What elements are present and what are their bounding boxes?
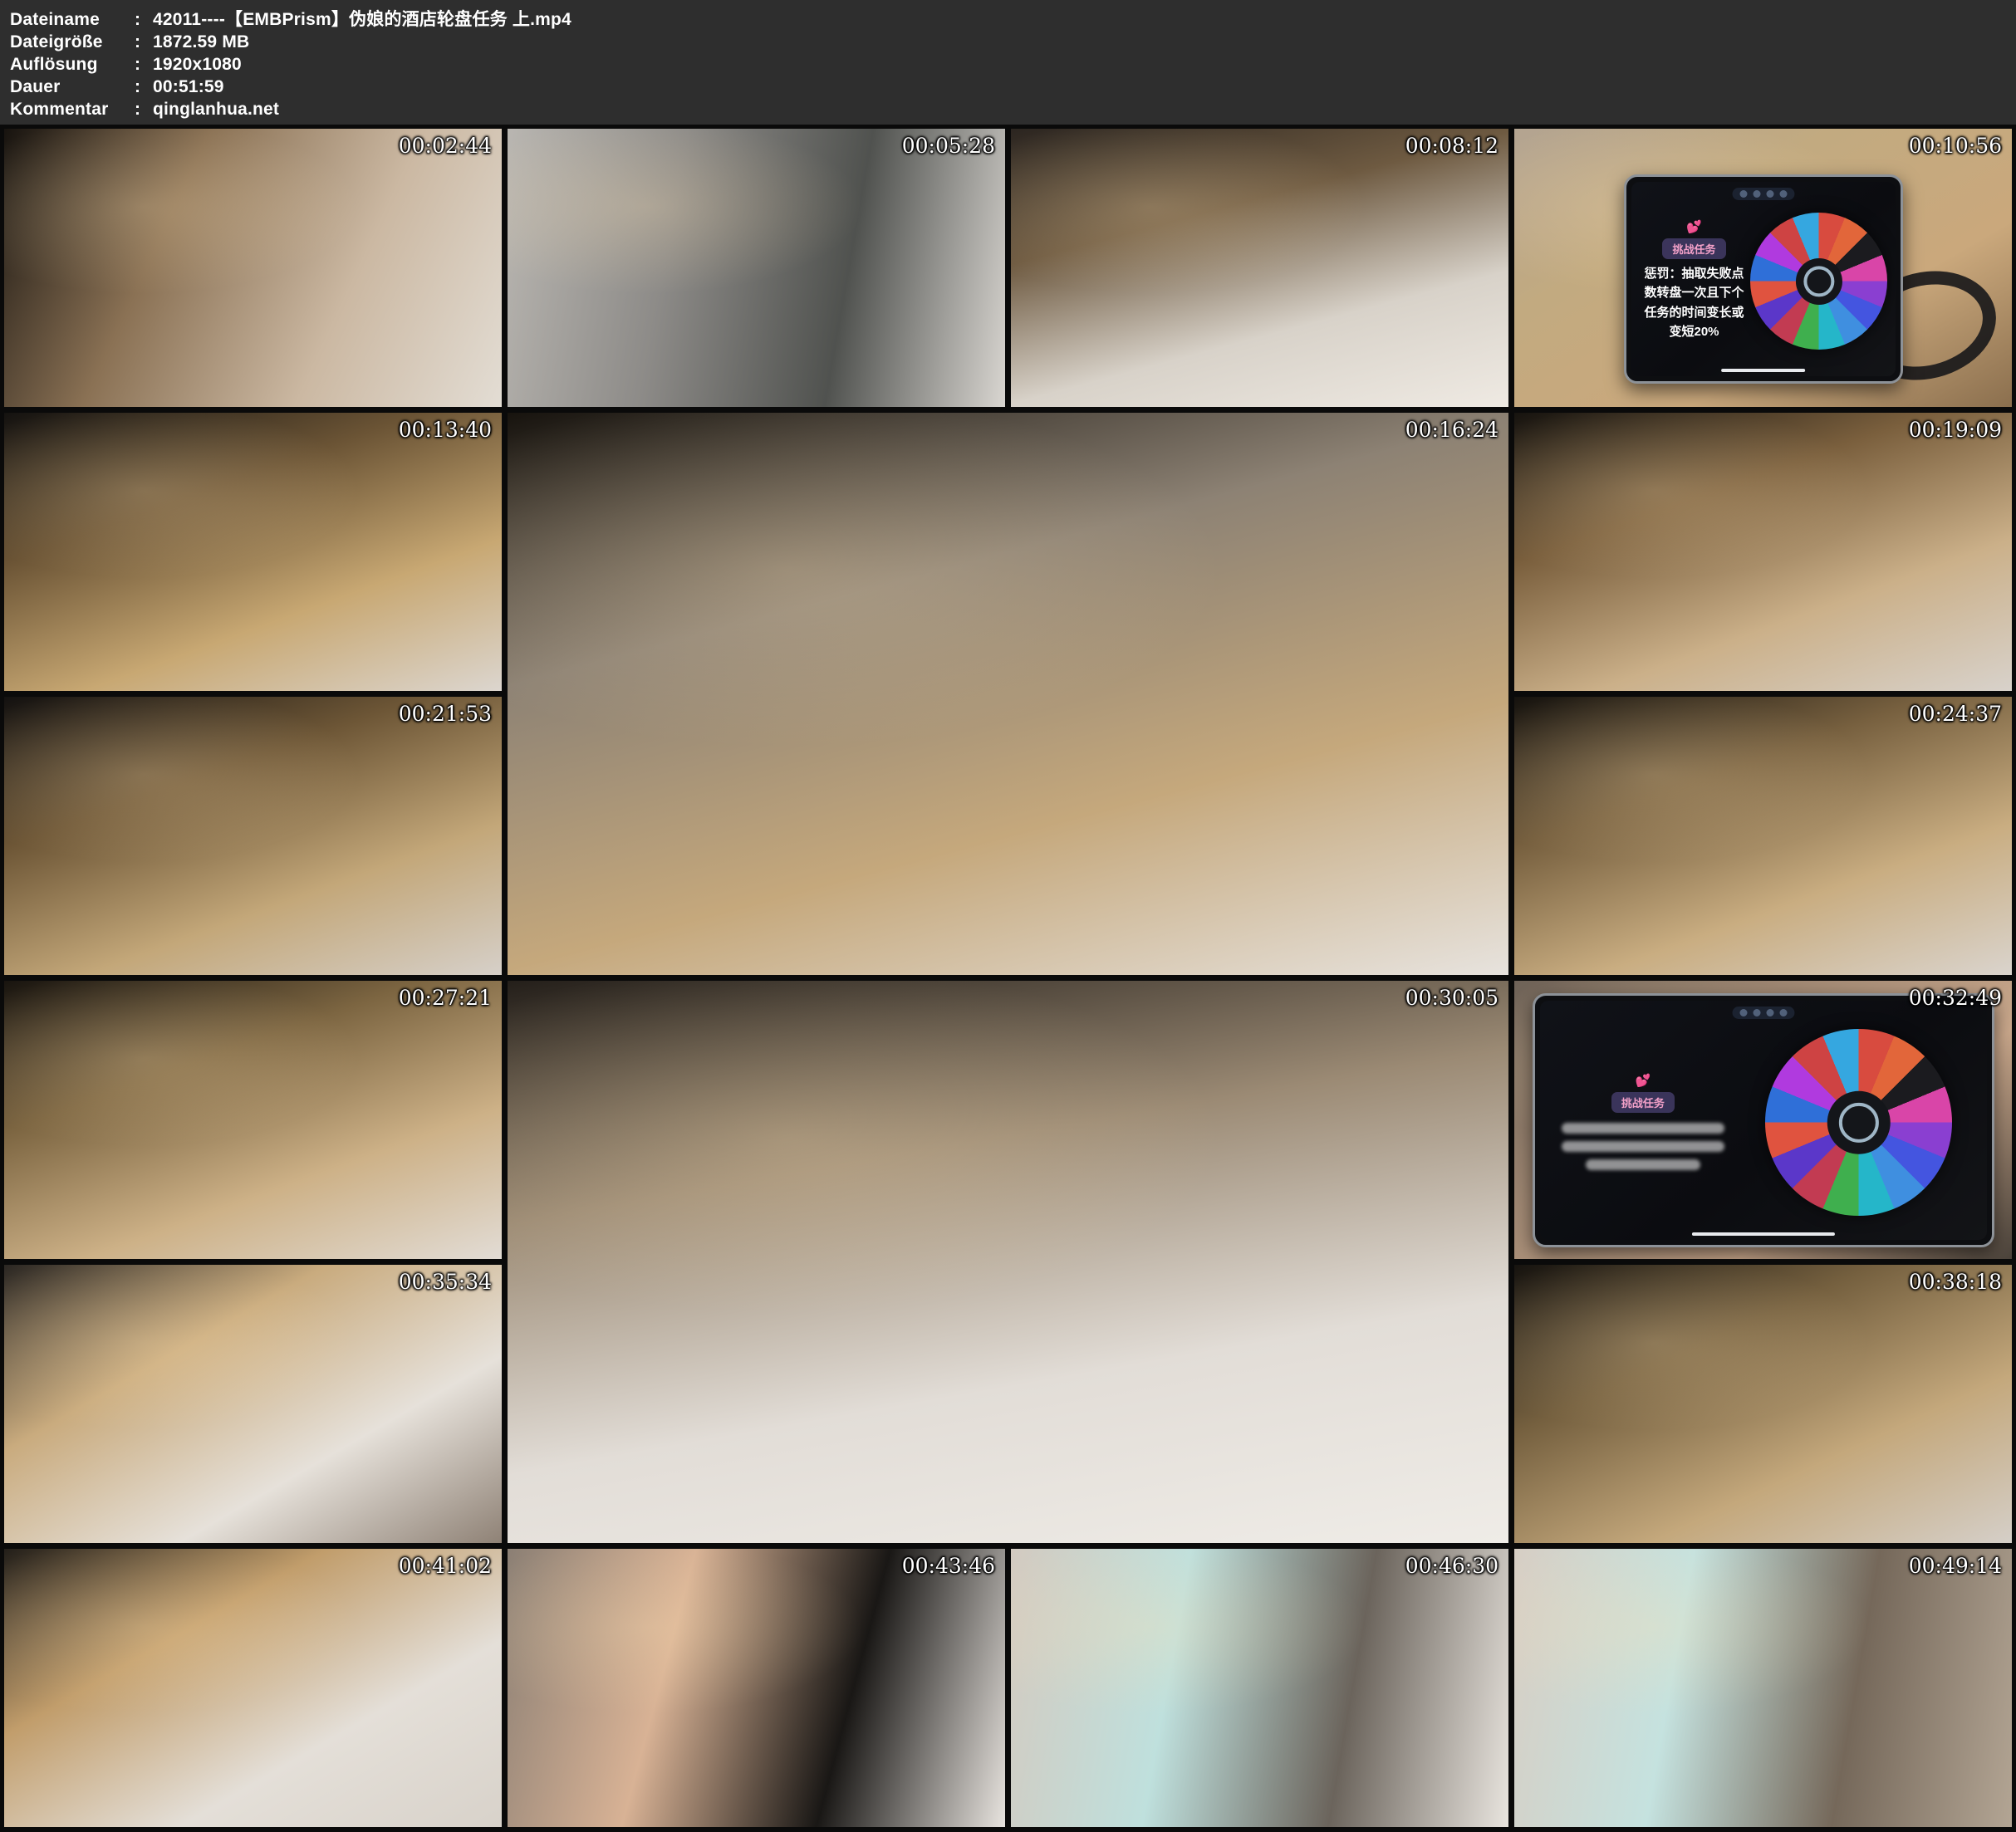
video-thumbnail: 00:38:18 xyxy=(1514,1265,2012,1543)
toolbar-icon xyxy=(1753,190,1760,198)
timestamp-overlay: 00:02:44 xyxy=(399,134,492,158)
meta-label: Dateiname xyxy=(10,8,135,31)
meta-label: Dauer xyxy=(10,76,135,98)
filename-value: 42011----【EMBPrism】伪娘的酒店轮盘任务 上.mp4 xyxy=(153,8,571,31)
timestamp-overlay: 00:49:14 xyxy=(1909,1554,2002,1578)
timestamp-overlay: 00:13:40 xyxy=(399,418,492,442)
wheel-app-body: 💕 挑战任务 xyxy=(1548,1021,1980,1225)
meta-label: Auflösung xyxy=(10,53,135,76)
toolbar-icon xyxy=(1779,1009,1787,1016)
tablet-screen: 💕 挑战任务 xyxy=(1540,1001,1987,1240)
video-thumbnail: 00:08:12 xyxy=(1011,129,1508,407)
video-thumbnail: 00:46:30 xyxy=(1011,1549,1508,1827)
timestamp-overlay: 00:16:24 xyxy=(1405,418,1499,442)
metadata-header: Dateiname : 42011----【EMBPrism】伪娘的酒店轮盘任务… xyxy=(0,0,2016,125)
timestamp-overlay: 00:30:05 xyxy=(1405,986,1499,1010)
meta-row-filesize: Dateigröße : 1872.59 MB xyxy=(10,31,2016,53)
wheel-app-body: 💕 挑战任务 惩罚：抽取失败点数转盘一次且下个任务的时间变长或变短20% xyxy=(1640,202,1889,361)
wheel-area xyxy=(1738,1029,1979,1216)
home-indicator xyxy=(1721,369,1806,372)
video-thumbnail: 00:13:40 xyxy=(4,413,502,691)
toolbar-icon xyxy=(1766,1009,1773,1016)
toolbar-icon xyxy=(1766,190,1773,198)
tablet-device: 💕 挑战任务 惩罚：抽取失败点数转盘一次且下个任务的时间变长或变短20% xyxy=(1624,174,1903,384)
meta-separator: : xyxy=(135,98,153,120)
app-toolbar xyxy=(1732,188,1794,200)
video-thumbnail: 00:24:37 xyxy=(1514,697,2012,975)
meta-row-resolution: Auflösung : 1920x1080 xyxy=(10,53,2016,76)
video-thumbnail-tablet-wheel: 00:10:56 💕 挑战任务 惩罚：抽取失败点数转盘一次且下个任务的时间变长或… xyxy=(1514,129,2012,407)
challenge-task-badge: 挑战任务 xyxy=(1662,238,1725,259)
roulette-wheel xyxy=(1765,1029,1952,1216)
app-toolbar xyxy=(1732,1007,1794,1019)
filesize-value: 1872.59 MB xyxy=(153,31,249,53)
roulette-wheel xyxy=(1750,213,1887,350)
home-indicator xyxy=(1691,1232,1834,1236)
timestamp-overlay: 00:41:02 xyxy=(399,1554,492,1578)
video-thumbnail: 00:02:44 xyxy=(4,129,502,407)
timestamp-overlay: 00:05:28 xyxy=(902,134,995,158)
timestamp-overlay: 00:21:53 xyxy=(399,702,492,726)
meta-row-duration: Dauer : 00:51:59 xyxy=(10,76,2016,98)
wheel-area xyxy=(1749,213,1889,350)
redacted-task-caption xyxy=(1562,1123,1725,1170)
hearts-icon: 💕 xyxy=(1686,221,1702,233)
timestamp-overlay: 00:08:12 xyxy=(1405,134,1499,158)
timestamp-overlay: 00:10:56 xyxy=(1909,134,2002,158)
wheel-app-left-panel: 💕 挑战任务 惩罚：抽取失败点数转盘一次且下个任务的时间变长或变短20% xyxy=(1640,221,1749,341)
video-thumbnail: 00:49:14 xyxy=(1514,1549,2012,1827)
video-thumbnail: 00:41:02 xyxy=(4,1549,502,1827)
timestamp-overlay: 00:35:34 xyxy=(399,1270,492,1294)
meta-label: Kommentar xyxy=(10,98,135,120)
meta-row-comment: Kommentar : qinglanhua.net xyxy=(10,98,2016,120)
video-thumbnail: 00:19:09 xyxy=(1514,413,2012,691)
meta-separator: : xyxy=(135,76,153,98)
video-thumbnail: 00:43:46 xyxy=(508,1549,1005,1827)
comment-value: qinglanhua.net xyxy=(153,98,279,120)
challenge-task-badge: 挑战任务 xyxy=(1611,1092,1675,1113)
video-thumbnail: 00:27:21 xyxy=(4,981,502,1259)
meta-row-filename: Dateiname : 42011----【EMBPrism】伪娘的酒店轮盘任务… xyxy=(10,8,2016,31)
video-thumbnail-tablet-wheel: 00:32:49 💕 挑战任务 xyxy=(1514,981,2012,1259)
timestamp-overlay: 00:32:49 xyxy=(1909,986,2002,1010)
contact-sheet-page: Dateiname : 42011----【EMBPrism】伪娘的酒店轮盘任务… xyxy=(0,0,2016,1832)
toolbar-icon xyxy=(1779,190,1787,198)
duration-value: 00:51:59 xyxy=(153,76,224,98)
timestamp-overlay: 00:27:21 xyxy=(399,986,492,1010)
tablet-device: 💕 挑战任务 xyxy=(1533,993,1994,1247)
redacted-caption-line xyxy=(1562,1123,1725,1134)
meta-separator: : xyxy=(135,31,153,53)
wheel-hub xyxy=(1827,1090,1891,1154)
wheel-hub xyxy=(1795,257,1842,304)
meta-separator: : xyxy=(135,53,153,76)
toolbar-icon xyxy=(1739,1009,1747,1016)
meta-label: Dateigröße xyxy=(10,31,135,53)
toolbar-icon xyxy=(1753,1009,1760,1016)
video-thumbnail: 00:21:53 xyxy=(4,697,502,975)
toolbar-icon xyxy=(1739,190,1747,198)
resolution-value: 1920x1080 xyxy=(153,53,242,76)
video-thumbnail-large: 00:16:24 xyxy=(508,413,1508,975)
redacted-caption-line xyxy=(1562,1141,1725,1152)
wheel-app-left-panel: 💕 挑战任务 xyxy=(1548,1075,1739,1170)
timestamp-overlay: 00:38:18 xyxy=(1909,1270,2002,1294)
thumbnail-grid: 00:02:44 00:05:28 00:08:12 00:10:56 💕 挑战… xyxy=(0,125,2016,1831)
meta-separator: : xyxy=(135,8,153,31)
redacted-caption-line xyxy=(1586,1159,1700,1170)
timestamp-overlay: 00:24:37 xyxy=(1909,702,2002,726)
tablet-screen: 💕 挑战任务 惩罚：抽取失败点数转盘一次且下个任务的时间变长或变短20% xyxy=(1631,182,1896,376)
video-thumbnail: 00:05:28 xyxy=(508,129,1005,407)
video-thumbnail: 00:35:34 xyxy=(4,1265,502,1543)
timestamp-overlay: 00:19:09 xyxy=(1909,418,2002,442)
timestamp-overlay: 00:43:46 xyxy=(902,1554,995,1578)
hearts-icon: 💕 xyxy=(1636,1075,1651,1087)
timestamp-overlay: 00:46:30 xyxy=(1405,1554,1499,1578)
punishment-caption: 惩罚：抽取失败点数转盘一次且下个任务的时间变长或变短20% xyxy=(1644,264,1744,341)
video-thumbnail-large: 00:30:05 xyxy=(508,981,1508,1543)
